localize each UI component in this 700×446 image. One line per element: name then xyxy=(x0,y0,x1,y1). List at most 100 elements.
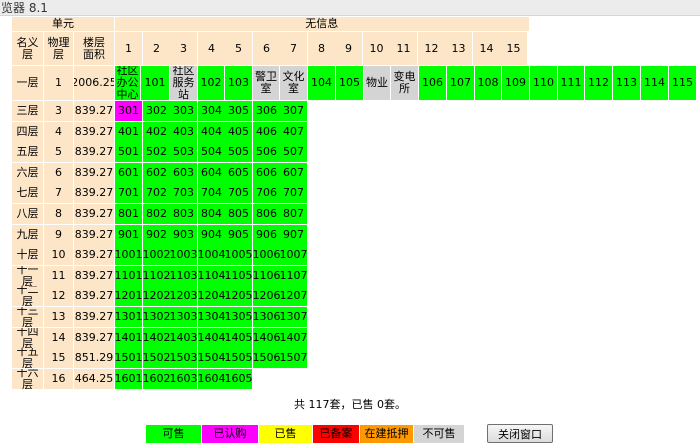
unit-cell[interactable]: 303 xyxy=(170,101,197,121)
unit-cell[interactable]: 1006 xyxy=(253,245,280,265)
unit-cell[interactable]: 804 xyxy=(198,204,225,224)
unit-cell[interactable]: 111 xyxy=(558,66,584,100)
unit-cell[interactable]: 607 xyxy=(280,163,307,183)
unit-cell[interactable]: 112 xyxy=(585,66,612,100)
unit-cell[interactable]: 社区 服务 站 xyxy=(170,66,197,100)
unit-cell[interactable]: 1405 xyxy=(225,328,252,348)
unit-cell[interactable]: 1002 xyxy=(143,245,170,265)
unit-cell[interactable]: 1505 xyxy=(225,348,252,368)
unit-cell[interactable]: 401 xyxy=(115,122,142,142)
unit-cell[interactable]: 物业 xyxy=(364,66,390,100)
unit-cell[interactable]: 1605 xyxy=(225,369,252,389)
unit-cell[interactable]: 1406 xyxy=(253,328,280,348)
unit-cell[interactable]: 1202 xyxy=(143,286,170,306)
unit-cell[interactable]: 506 xyxy=(253,142,280,162)
unit-cell[interactable]: 1206 xyxy=(253,286,280,306)
unit-cell[interactable]: 105 xyxy=(336,66,363,100)
unit-cell[interactable]: 606 xyxy=(253,163,280,183)
unit-cell[interactable]: 902 xyxy=(143,225,170,245)
unit-cell[interactable]: 1401 xyxy=(115,328,142,348)
unit-cell[interactable]: 1507 xyxy=(280,348,307,368)
unit-cell[interactable]: 109 xyxy=(502,66,529,100)
unit-cell[interactable]: 801 xyxy=(115,204,142,224)
unit-cell[interactable]: 1106 xyxy=(253,266,280,286)
unit-cell[interactable]: 1307 xyxy=(280,307,307,327)
unit-cell[interactable]: 103 xyxy=(225,66,252,100)
unit-cell[interactable]: 1103 xyxy=(170,266,197,286)
unit-cell[interactable]: 1107 xyxy=(280,266,307,286)
unit-cell[interactable]: 1502 xyxy=(143,348,170,368)
unit-cell[interactable]: 115 xyxy=(669,66,696,100)
unit-cell[interactable]: 1205 xyxy=(225,286,252,306)
unit-cell[interactable]: 1302 xyxy=(143,307,170,327)
unit-cell[interactable]: 110 xyxy=(530,66,557,100)
unit-cell[interactable]: 602 xyxy=(143,163,170,183)
unit-cell[interactable]: 1301 xyxy=(115,307,142,327)
unit-cell[interactable]: 502 xyxy=(143,142,170,162)
unit-cell[interactable]: 114 xyxy=(641,66,668,100)
unit-cell[interactable]: 1503 xyxy=(170,348,197,368)
unit-cell[interactable]: 806 xyxy=(253,204,280,224)
unit-cell[interactable]: 304 xyxy=(198,101,225,121)
unit-cell[interactable]: 1403 xyxy=(170,328,197,348)
unit-cell[interactable]: 106 xyxy=(419,66,446,100)
unit-cell[interactable]: 906 xyxy=(253,225,280,245)
unit-cell[interactable]: 505 xyxy=(225,142,252,162)
unit-cell[interactable]: 1201 xyxy=(115,286,142,306)
unit-cell[interactable]: 1204 xyxy=(198,286,225,306)
unit-cell[interactable]: 1005 xyxy=(225,245,252,265)
unit-cell[interactable]: 警卫 室 xyxy=(253,66,279,100)
unit-cell[interactable]: 变电 所 xyxy=(391,66,418,100)
unit-cell[interactable]: 1101 xyxy=(115,266,142,286)
unit-cell[interactable]: 503 xyxy=(170,142,197,162)
unit-cell[interactable]: 903 xyxy=(170,225,197,245)
unit-cell[interactable]: 807 xyxy=(280,204,307,224)
unit-cell[interactable]: 803 xyxy=(170,204,197,224)
unit-cell[interactable]: 社区 办公 中心 xyxy=(115,66,140,100)
unit-cell[interactable]: 604 xyxy=(198,163,225,183)
unit-cell[interactable]: 603 xyxy=(170,163,197,183)
unit-cell[interactable]: 701 xyxy=(115,183,142,203)
unit-cell[interactable]: 1105 xyxy=(225,266,252,286)
unit-cell[interactable]: 1404 xyxy=(198,328,225,348)
unit-cell[interactable]: 805 xyxy=(225,204,252,224)
unit-cell[interactable]: 1601 xyxy=(115,369,142,389)
unit-cell[interactable]: 1003 xyxy=(170,245,197,265)
unit-cell[interactable]: 1007 xyxy=(280,245,307,265)
unit-cell[interactable]: 904 xyxy=(198,225,225,245)
unit-cell[interactable]: 501 xyxy=(115,142,142,162)
unit-cell[interactable]: 703 xyxy=(170,183,197,203)
unit-cell[interactable]: 306 xyxy=(253,101,280,121)
unit-cell[interactable]: 504 xyxy=(198,142,225,162)
unit-cell[interactable]: 1602 xyxy=(143,369,170,389)
unit-cell[interactable]: 702 xyxy=(143,183,170,203)
unit-cell[interactable]: 407 xyxy=(280,122,307,142)
unit-cell[interactable]: 402 xyxy=(143,122,170,142)
unit-cell[interactable]: 113 xyxy=(613,66,640,100)
unit-cell[interactable]: 1303 xyxy=(170,307,197,327)
unit-cell[interactable]: 307 xyxy=(280,101,307,121)
unit-cell[interactable]: 901 xyxy=(115,225,142,245)
unit-cell[interactable]: 1504 xyxy=(198,348,225,368)
unit-cell[interactable]: 1501 xyxy=(115,348,142,368)
unit-cell[interactable]: 704 xyxy=(198,183,225,203)
unit-cell[interactable]: 104 xyxy=(308,66,335,100)
unit-cell[interactable]: 605 xyxy=(225,163,252,183)
unit-cell[interactable]: 1407 xyxy=(280,328,307,348)
unit-cell[interactable]: 1306 xyxy=(253,307,280,327)
unit-cell[interactable]: 706 xyxy=(253,183,280,203)
unit-cell[interactable]: 1104 xyxy=(198,266,225,286)
unit-cell[interactable]: 102 xyxy=(198,66,224,100)
unit-cell[interactable]: 1004 xyxy=(198,245,225,265)
unit-cell[interactable]: 1203 xyxy=(170,286,197,306)
unit-cell[interactable]: 108 xyxy=(475,66,501,100)
close-window-button[interactable]: 关闭窗口 xyxy=(487,424,553,443)
unit-cell[interactable]: 507 xyxy=(280,142,307,162)
unit-cell[interactable]: 302 xyxy=(143,101,170,121)
unit-cell[interactable]: 705 xyxy=(225,183,252,203)
unit-cell[interactable]: 1603 xyxy=(170,369,197,389)
unit-cell[interactable]: 1506 xyxy=(253,348,280,368)
unit-cell[interactable]: 1305 xyxy=(225,307,252,327)
unit-cell[interactable]: 101 xyxy=(141,66,169,100)
unit-cell[interactable]: 404 xyxy=(198,122,225,142)
